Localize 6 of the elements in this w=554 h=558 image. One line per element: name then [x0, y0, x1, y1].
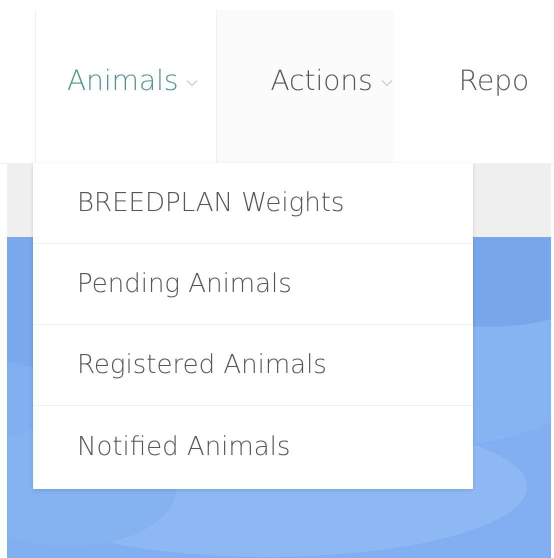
menu-item[interactable]: BREEDPLAN Weights: [33, 163, 473, 244]
menu-item[interactable]: Notified Animals: [33, 406, 473, 487]
menu-item[interactable]: Pending Animals: [33, 244, 473, 325]
nav-tab[interactable]: Animals: [35, 10, 218, 163]
nav-tab[interactable]: Actions: [217, 10, 394, 163]
menu-item[interactable]: Registered Animals: [33, 325, 473, 406]
